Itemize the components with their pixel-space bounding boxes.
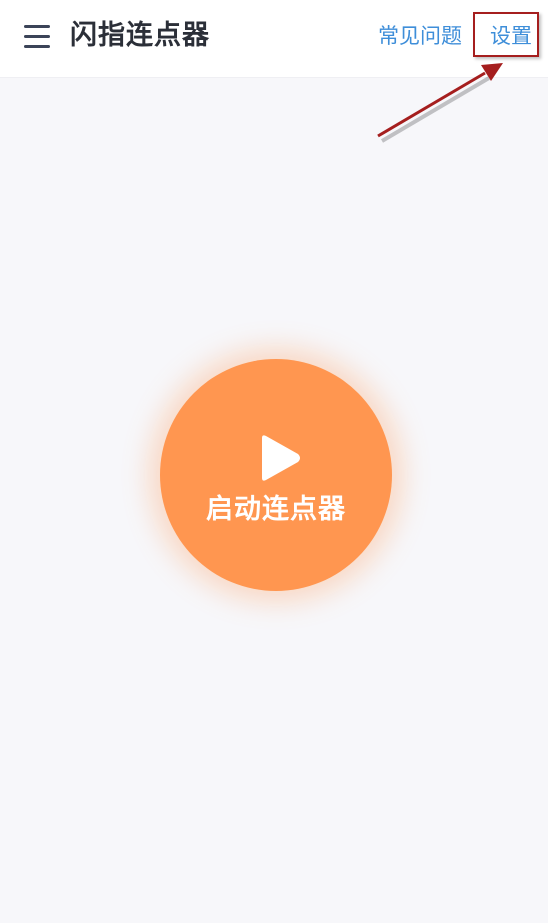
faq-link[interactable]: 常见问题 bbox=[378, 20, 462, 52]
start-clicker-button[interactable]: 启动连点器 bbox=[160, 359, 392, 591]
menu-bar bbox=[24, 25, 50, 28]
play-icon bbox=[262, 435, 300, 481]
hamburger-menu-icon[interactable] bbox=[22, 22, 54, 52]
app-bar: 闪指连点器 常见问题 设置 bbox=[0, 0, 548, 78]
app-title: 闪指连点器 bbox=[70, 20, 210, 51]
menu-bar bbox=[24, 35, 50, 38]
start-button-label: 启动连点器 bbox=[206, 494, 346, 525]
settings-link[interactable]: 设置 bbox=[490, 20, 532, 52]
menu-bar bbox=[24, 45, 50, 48]
